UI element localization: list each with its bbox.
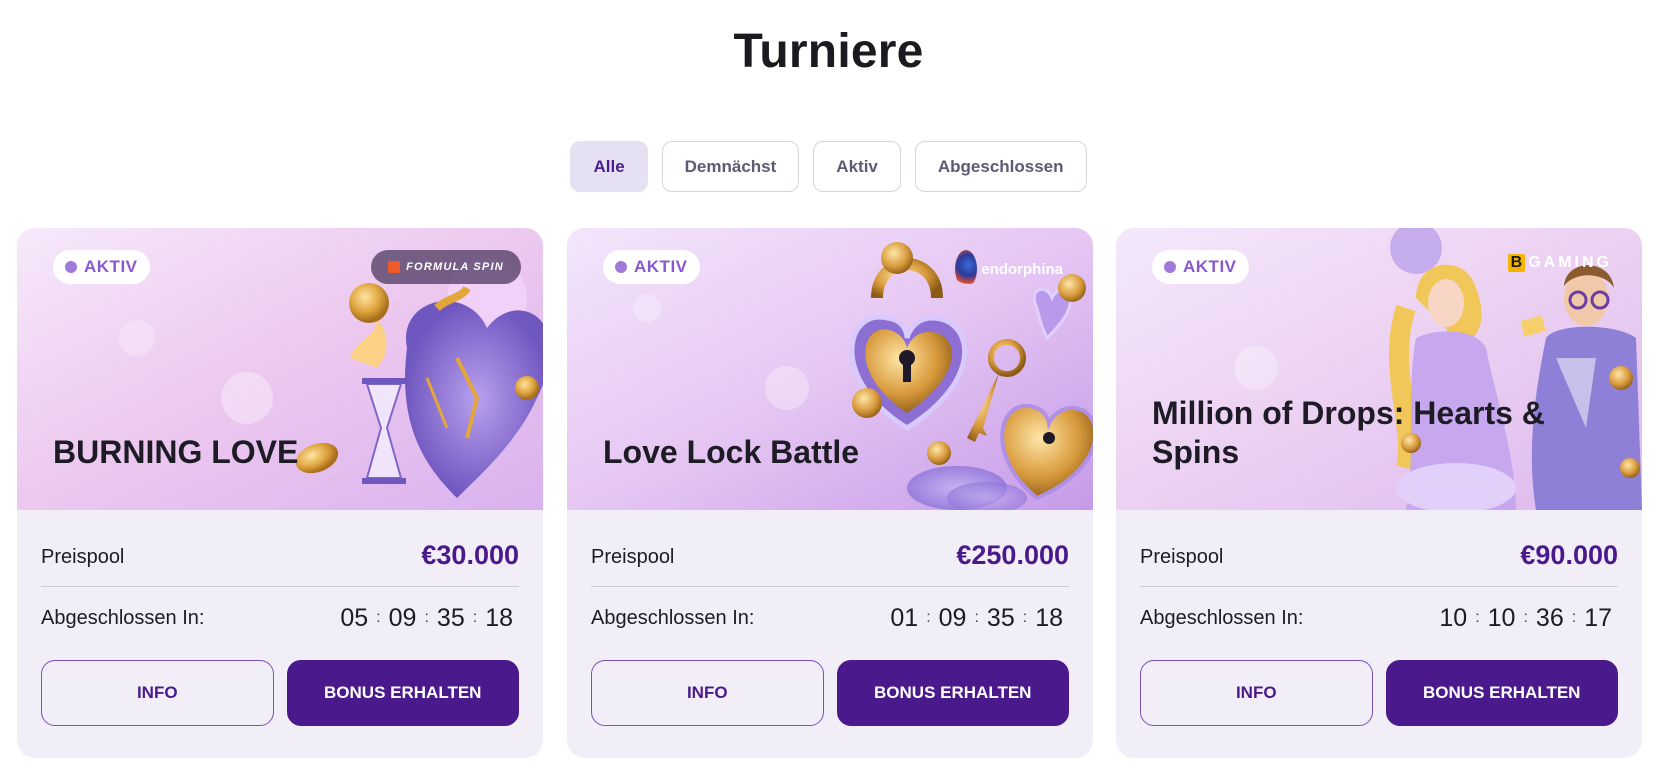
card-actions: INFO BONUS ERHALTEN [41,660,519,726]
countdown-seconds: 17 [1584,603,1612,632]
get-bonus-button[interactable]: BONUS ERHALTEN [836,660,1069,726]
filter-tab-all[interactable]: Alle [570,141,648,192]
prize-pool-value: €30.000 [421,540,519,570]
countdown-days: 10 [1439,603,1468,632]
prize-pool-value: €90.000 [1520,540,1618,570]
countdown-days: 01 [890,603,919,632]
countdown-hours: 09 [388,603,417,632]
countdown-seconds: 18 [485,603,513,632]
tournament-card: AKTIV FORMULA SPIN BURNING LOVE Preispoo… [17,228,543,758]
countdown-label: Abgeschlossen In: [1140,606,1304,629]
status-label: AKTIV [84,257,138,276]
endorphina-logo-icon [955,250,978,288]
countdown-minutes: 36 [1535,603,1564,632]
prize-pool-row: Preispool €90.000 [1140,534,1618,587]
status-dot-icon [615,261,627,273]
prize-pool-label: Preispool [591,546,675,568]
countdown-hours: 10 [1487,603,1516,632]
filter-tab-finished[interactable]: Abgeschlossen [914,141,1087,192]
provider-logo: B GAMING [1507,252,1612,274]
filter-tabs: Alle Demnächst Aktiv Abgeschlossen [0,141,1657,192]
countdown-minutes: 35 [436,603,465,632]
countdown-timer: 05: 09: 35: 18 [340,603,513,632]
tournaments-page: Turniere Alle Demnächst Aktiv Abgeschlos… [0,0,1657,781]
prize-pool-row: Preispool €250.000 [591,534,1069,587]
tournament-banner[interactable]: AKTIV B GAMING Million of Drops: Hearts … [1116,228,1642,510]
countdown-row: Abgeschlossen In: 10: 10: 36: 17 [1140,600,1618,636]
provider-logo: endorphina [955,250,1063,288]
countdown-row: Abgeschlossen In: 05: 09: 35: 18 [41,600,519,636]
provider-name: FORMULA SPIN [406,261,504,273]
countdown-hours: 09 [938,603,967,632]
provider-name: endorphina [981,260,1063,278]
tournament-info: Preispool €30.000 Abgeschlossen In: 05: … [17,510,543,758]
status-badge: AKTIV [1152,250,1249,284]
get-bonus-button[interactable]: BONUS ERHALTEN [1385,660,1618,726]
tournament-banner[interactable]: AKTIV FORMULA SPIN BURNING LOVE [17,228,543,510]
tournament-cards: AKTIV FORMULA SPIN BURNING LOVE Preispoo… [17,228,1642,758]
info-button[interactable]: INFO [1140,660,1373,726]
prize-pool-value: €250.000 [956,540,1069,570]
countdown-minutes: 35 [986,603,1015,632]
countdown-days: 05 [340,603,369,632]
prize-pool-label: Preispool [41,546,125,568]
card-actions: INFO BONUS ERHALTEN [591,660,1069,726]
status-badge: AKTIV [603,250,700,284]
tournament-title: Million of Drops: Hearts & Spins [1152,395,1545,470]
page-title: Turniere [733,25,924,78]
countdown-timer: 10: 10: 36: 17 [1439,603,1612,632]
provider-name: GAMING [1528,254,1612,271]
formula-spin-logo-icon [388,261,401,273]
tournament-info: Preispool €90.000 Abgeschlossen In: 10: … [1116,510,1642,758]
status-label: AKTIV [634,257,688,276]
status-dot-icon [65,261,77,273]
countdown-seconds: 18 [1035,603,1063,632]
countdown-row: Abgeschlossen In: 01: 09: 35: 18 [591,600,1069,636]
status-label: AKTIV [1183,257,1237,276]
status-dot-icon [1164,261,1176,273]
tournament-card: AKTIV endorphina Love Lock Battle Preisp… [567,228,1093,758]
countdown-label: Abgeschlossen In: [41,606,205,629]
filter-tab-active[interactable]: Aktiv [813,141,901,192]
get-bonus-button[interactable]: BONUS ERHALTEN [286,660,519,726]
countdown-timer: 01: 09: 35: 18 [890,603,1063,632]
info-button[interactable]: INFO [41,660,274,726]
tournament-banner[interactable]: AKTIV endorphina Love Lock Battle [567,228,1093,510]
tournament-card: AKTIV B GAMING Million of Drops: Hearts … [1116,228,1642,758]
card-actions: INFO BONUS ERHALTEN [1140,660,1618,726]
bgaming-logo-icon: B [1507,254,1526,272]
filter-tab-upcoming[interactable]: Demnächst [661,141,800,192]
tournament-title: Love Lock Battle [603,434,860,470]
tournament-title: BURNING LOVE [53,434,299,470]
provider-logo: FORMULA SPIN [371,250,521,284]
status-badge: AKTIV [53,250,150,284]
prize-pool-row: Preispool €30.000 [41,534,519,587]
countdown-label: Abgeschlossen In: [591,606,755,629]
prize-pool-label: Preispool [1140,546,1224,568]
info-button[interactable]: INFO [591,660,824,726]
tournament-info: Preispool €250.000 Abgeschlossen In: 01:… [567,510,1093,758]
